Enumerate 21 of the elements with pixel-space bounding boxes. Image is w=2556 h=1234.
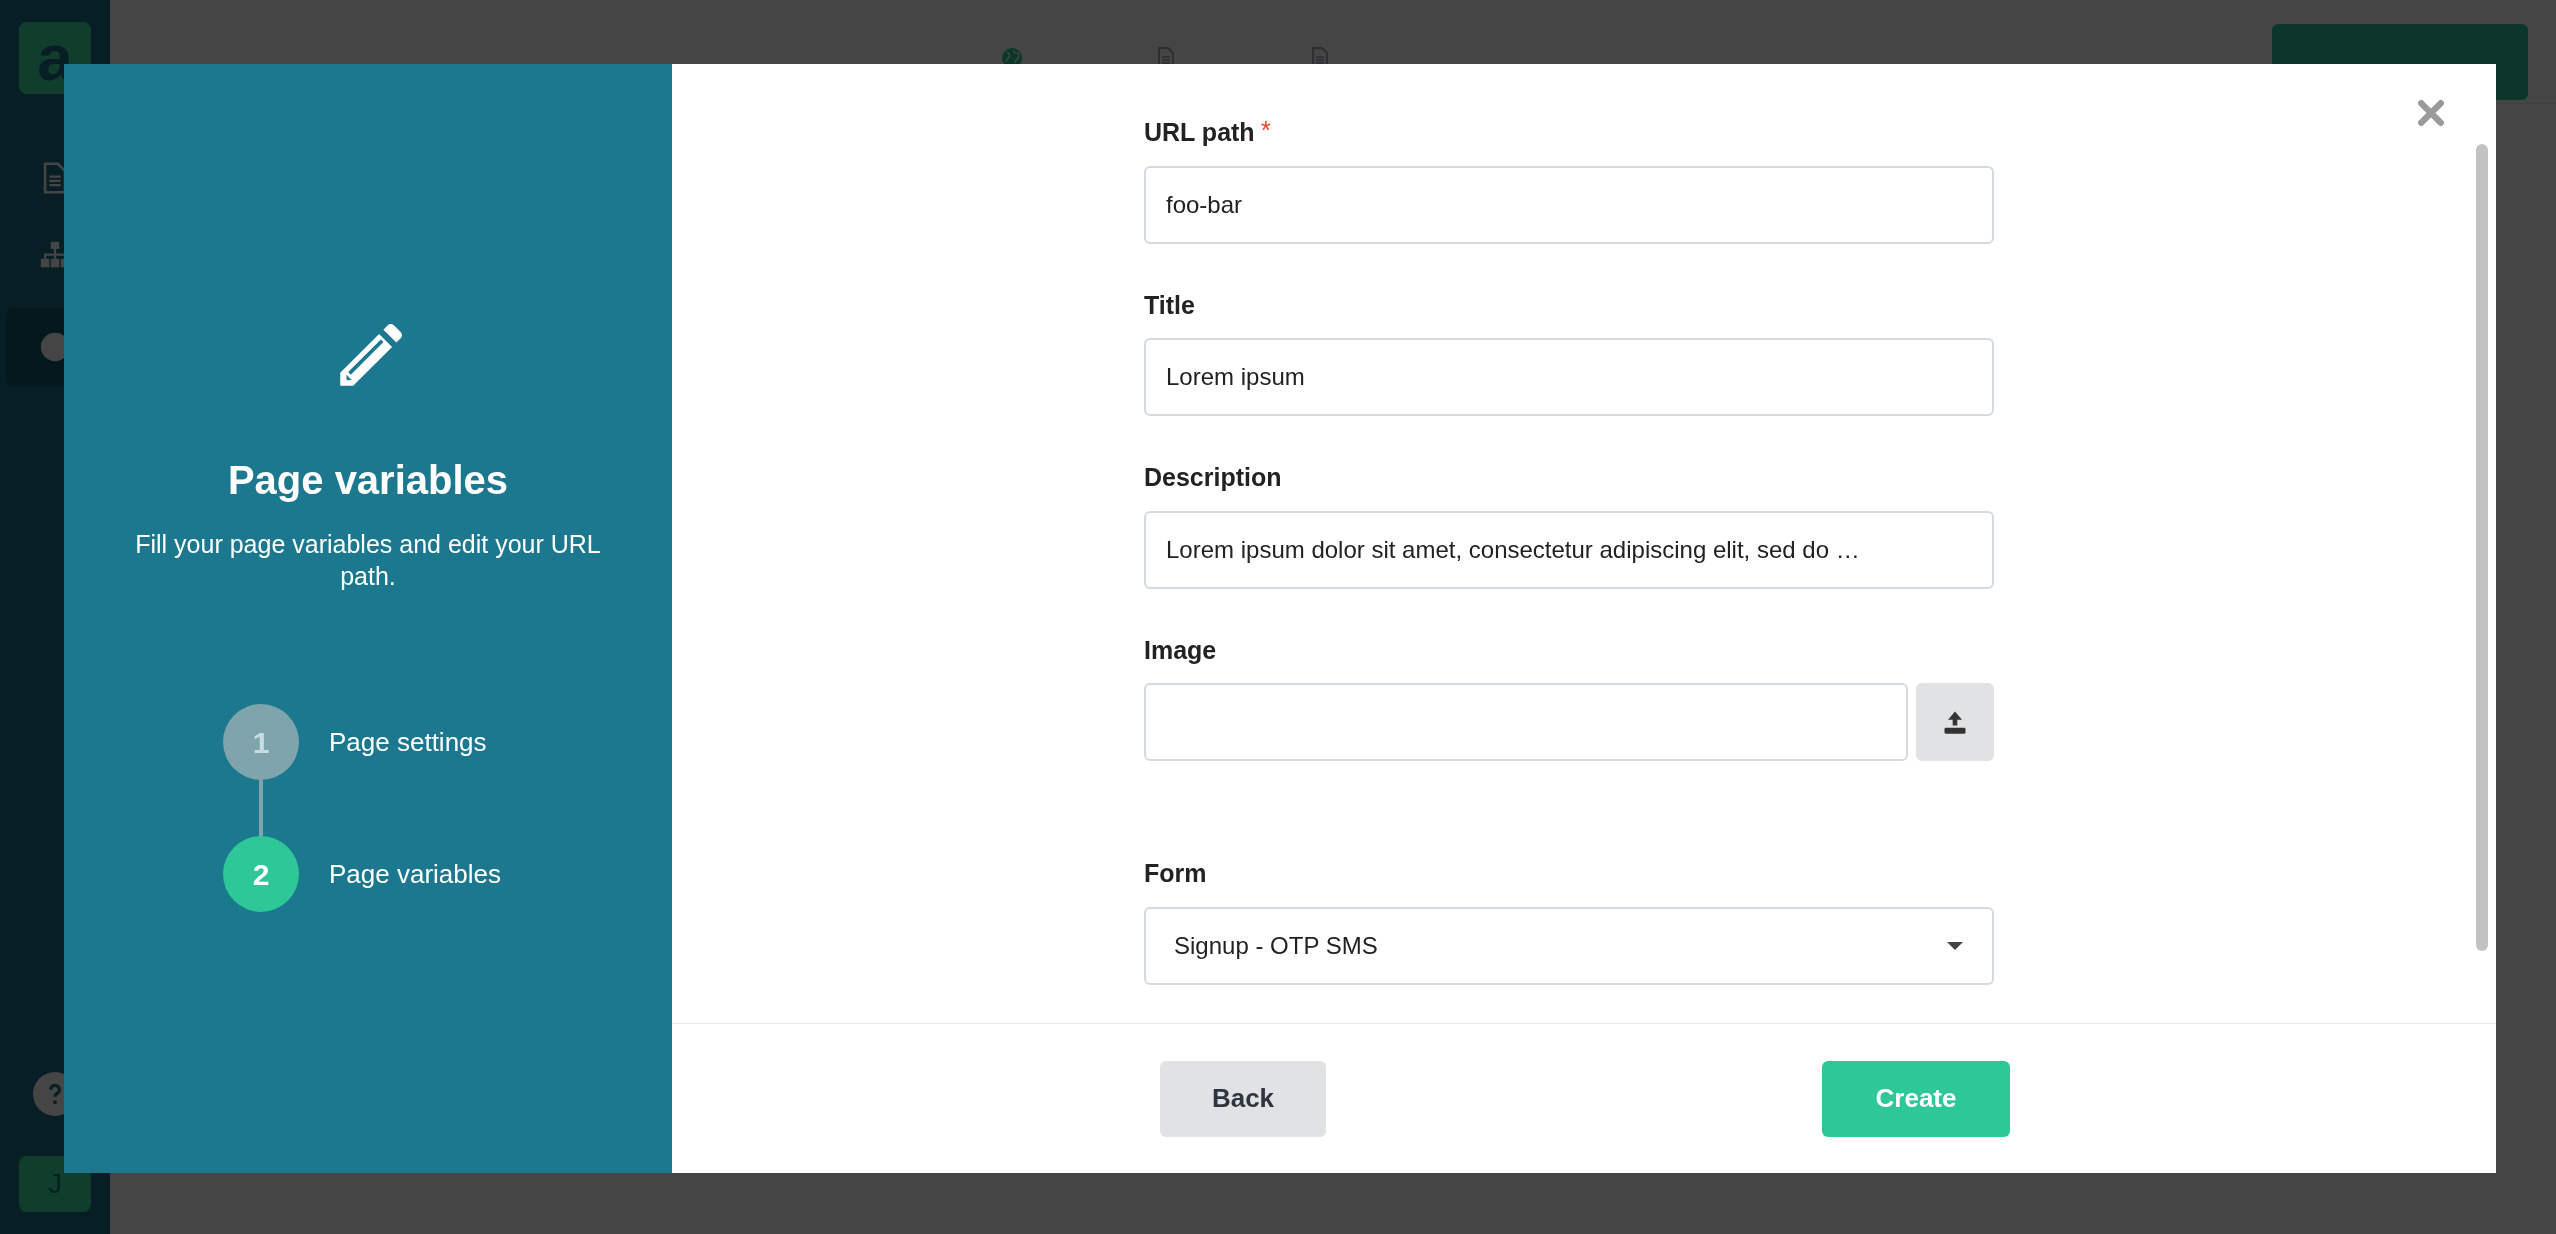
step-label: Page settings: [329, 725, 487, 759]
text-field[interactable]: Lorem ipsum dolor sit amet, consectetur adipiscing elit, sed do …: [1144, 510, 1994, 589]
step-label: Page variables: [329, 857, 501, 891]
text-field[interactable]: foo-bar: [1144, 165, 1994, 244]
field-label: URL path: [1144, 117, 1255, 148]
back-button[interactable]: Back: [1160, 1060, 1326, 1137]
upload-button[interactable]: [1916, 683, 1994, 761]
panel-description: Fill your page variables and edit your URL path.: [134, 529, 602, 592]
form-select[interactable]: Signup - OTP SMS: [1144, 906, 1994, 985]
caret-icon: [1946, 940, 1964, 951]
step-number: 2: [223, 836, 299, 912]
field-label: Description: [1144, 462, 1282, 493]
panel-title: Page variables: [227, 457, 509, 504]
text-field[interactable]: Lorem ipsum: [1144, 338, 1994, 416]
field-label: Title: [1144, 289, 1195, 321]
field-label: Image: [1144, 634, 1217, 666]
file-field[interactable]: [1144, 683, 1908, 761]
field-label: Form: [1144, 858, 1207, 889]
required-mark: *: [1260, 116, 1271, 143]
close-icon: [2417, 99, 2445, 127]
step-number: 1: [223, 704, 299, 780]
